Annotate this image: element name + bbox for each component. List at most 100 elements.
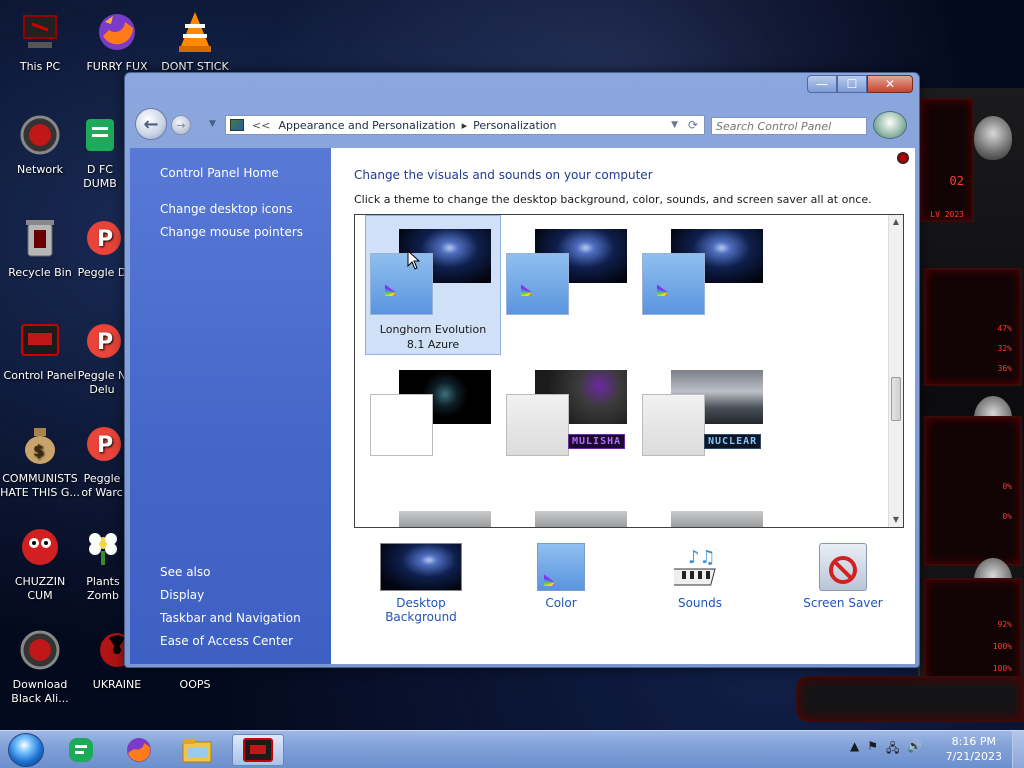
desktop-icon-furry-fux[interactable]: FURRY FUX bbox=[77, 8, 157, 74]
alien-readout: 02 bbox=[949, 174, 964, 188]
taskbar-firefox-app[interactable] bbox=[116, 734, 162, 766]
taskbar-control-panel-app[interactable] bbox=[232, 734, 284, 766]
screen-saver-icon bbox=[819, 543, 867, 591]
ease-of-access-link[interactable]: Ease of Access Center bbox=[160, 634, 293, 648]
desktop-icon-label: Network bbox=[17, 163, 63, 176]
close-button[interactable]: ✕ bbox=[867, 75, 913, 93]
refresh-icon[interactable]: ⟳ bbox=[688, 118, 698, 132]
theme-item[interactable]: Longhorn Evolution 8.1 Azure bbox=[365, 215, 501, 355]
scroll-thumb[interactable] bbox=[891, 377, 901, 421]
volume-icon[interactable]: 🔊 bbox=[907, 739, 922, 760]
chuzzle-icon bbox=[16, 523, 64, 571]
theme-item[interactable]: NUCLEAR bbox=[637, 356, 773, 496]
alienware-gadget-panel: 02 LV 2023 47% 32% 36% 0% 0% 92% 100% 10… bbox=[918, 88, 1024, 718]
flower-icon bbox=[79, 523, 127, 571]
mulisha-logo: MULISHA bbox=[568, 434, 626, 449]
desktop-icon-communists[interactable]: $ COMMUNISTS HATE THIS G... bbox=[0, 420, 80, 500]
theme-item[interactable] bbox=[637, 215, 773, 355]
money-bag-icon: $ bbox=[16, 420, 64, 468]
desktop-icon-download-black[interactable]: Download Black Ali... bbox=[0, 626, 80, 706]
peggle-icon: P bbox=[78, 420, 126, 468]
desktop-icon-label: Recycle Bin bbox=[8, 266, 72, 279]
scroll-up-icon[interactable]: ▲ bbox=[889, 215, 903, 229]
alien-readout: 100% bbox=[992, 642, 1012, 651]
start-button[interactable] bbox=[8, 733, 44, 767]
theme-item[interactable] bbox=[637, 497, 773, 527]
desktop-icon-label: CHUZZIN CUM bbox=[14, 575, 66, 602]
taskbar-navigation-link[interactable]: Taskbar and Navigation bbox=[160, 611, 301, 625]
theme-item[interactable]: MULISHA bbox=[501, 356, 637, 496]
breadcrumb-appearance[interactable]: Appearance and Personalization bbox=[278, 119, 455, 132]
breadcrumb-personalization[interactable]: Personalization bbox=[473, 119, 556, 132]
taskbar-notes-app[interactable] bbox=[58, 734, 104, 766]
network-icon[interactable]: 🖧 bbox=[886, 739, 899, 760]
wallpaper-icon bbox=[380, 543, 462, 591]
mouse-cursor-icon bbox=[407, 250, 421, 270]
clock-date: 7/21/2023 bbox=[945, 750, 1002, 763]
theme-name: Longhorn Evolution 8.1 Azure bbox=[379, 323, 487, 351]
clock-time: 8:16 PM bbox=[951, 735, 996, 748]
theme-list-scrollbar[interactable]: ▲ ▼ bbox=[888, 215, 903, 527]
alien-readout: 0% bbox=[1002, 512, 1012, 521]
color-fan-icon bbox=[537, 543, 585, 591]
address-bar[interactable]: << Appearance and Personalization ▸ Pers… bbox=[225, 115, 705, 135]
breadcrumb-separator[interactable]: ▸ bbox=[462, 119, 468, 132]
sounds-option[interactable]: ♪♫ Sounds bbox=[655, 543, 745, 610]
option-label: Sounds bbox=[677, 596, 723, 610]
change-mouse-pointers-link[interactable]: Change mouse pointers bbox=[160, 225, 303, 239]
desktop-icon-chuzzin[interactable]: CHUZZIN CUM bbox=[0, 523, 80, 603]
desktop-icon-peggle-warcraft[interactable]: P Peggle of Warc bbox=[74, 420, 130, 500]
scroll-down-icon[interactable]: ▼ bbox=[889, 513, 903, 527]
help-icon[interactable] bbox=[897, 152, 909, 164]
alien-readout: 100% bbox=[992, 664, 1012, 673]
search-input[interactable] bbox=[711, 117, 867, 135]
desktop-background-option[interactable]: Desktop Background bbox=[361, 543, 481, 624]
desktop-icon-peggle-d[interactable]: P Peggle D bbox=[74, 214, 130, 280]
desktop-icon-network[interactable]: Network bbox=[0, 111, 80, 177]
show-hidden-icons-icon[interactable]: ▲ bbox=[850, 739, 859, 760]
minimize-button[interactable]: — bbox=[807, 75, 837, 93]
folder-icon bbox=[182, 739, 212, 763]
desktop-icon-plants-zombies[interactable]: Plants Zomb bbox=[76, 523, 130, 603]
show-desktop-button[interactable] bbox=[1012, 731, 1024, 768]
back-button[interactable]: ← bbox=[135, 108, 167, 140]
screen-saver-option[interactable]: Screen Saver bbox=[793, 543, 893, 610]
breadcrumb-overflow[interactable]: << bbox=[252, 119, 270, 132]
theme-item[interactable] bbox=[365, 497, 501, 527]
desktop-icon-this-pc[interactable]: This PC bbox=[0, 8, 80, 74]
maximize-button[interactable]: ☐ bbox=[837, 75, 867, 93]
desktop-icon-peggle-deluxe[interactable]: P Peggle N Delu bbox=[74, 317, 130, 397]
color-option[interactable]: Color bbox=[521, 543, 601, 610]
alien-readout-block: 0% 0% bbox=[924, 416, 1022, 566]
taskbar-explorer-app[interactable] bbox=[174, 734, 220, 766]
control-panel-home-link[interactable]: Control Panel Home bbox=[160, 166, 279, 180]
arrow-left-icon: ← bbox=[143, 113, 159, 135]
theme-item[interactable] bbox=[365, 356, 501, 496]
theme-background-thumbnail bbox=[535, 511, 627, 527]
clock[interactable]: 8:16 PM 7/21/2023 bbox=[946, 734, 1002, 764]
desktop-icon-dont-stick[interactable]: DONT STICK bbox=[155, 8, 235, 74]
theme-item[interactable] bbox=[501, 215, 637, 355]
personalization-window[interactable]: — ☐ ✕ ← → ▼ << Appearance and Personaliz… bbox=[124, 72, 920, 668]
theme-color-thumbnail bbox=[506, 253, 569, 315]
change-desktop-icons-link[interactable]: Change desktop icons bbox=[160, 202, 293, 216]
taskbar: ▲ ⚑ 🖧 🔊 8:16 PM 7/21/2023 bbox=[0, 730, 1024, 768]
display-link[interactable]: Display bbox=[160, 588, 204, 602]
theme-item[interactable] bbox=[501, 497, 637, 527]
recent-pages-dropdown[interactable]: ▼ bbox=[209, 119, 216, 129]
color-fan-icon bbox=[657, 260, 693, 296]
system-tray: ▲ ⚑ 🖧 🔊 bbox=[850, 739, 922, 760]
desktop-icon-dumb[interactable]: D FC DUMB bbox=[70, 111, 130, 191]
recycle-bin-icon bbox=[16, 214, 64, 262]
desktop-icon-recycle-bin[interactable]: Recycle Bin bbox=[0, 214, 80, 280]
search-orb-icon[interactable] bbox=[873, 111, 907, 139]
forward-button[interactable]: → bbox=[171, 115, 191, 135]
desktop-icon-control-panel[interactable]: Control Panel bbox=[0, 317, 80, 383]
address-dropdown-icon[interactable]: ▼ bbox=[671, 120, 678, 130]
alien-head-icon bbox=[974, 116, 1012, 160]
desktop-icon-label: Plants Zomb bbox=[86, 575, 120, 602]
task-sidebar: Control Panel Home Change desktop icons … bbox=[130, 148, 331, 664]
theme-list[interactable]: Longhorn Evolution 8.1 Azure MULISHA NUC… bbox=[354, 214, 904, 528]
theme-color-thumbnail bbox=[506, 394, 569, 456]
action-center-flag-icon[interactable]: ⚑ bbox=[867, 739, 878, 760]
